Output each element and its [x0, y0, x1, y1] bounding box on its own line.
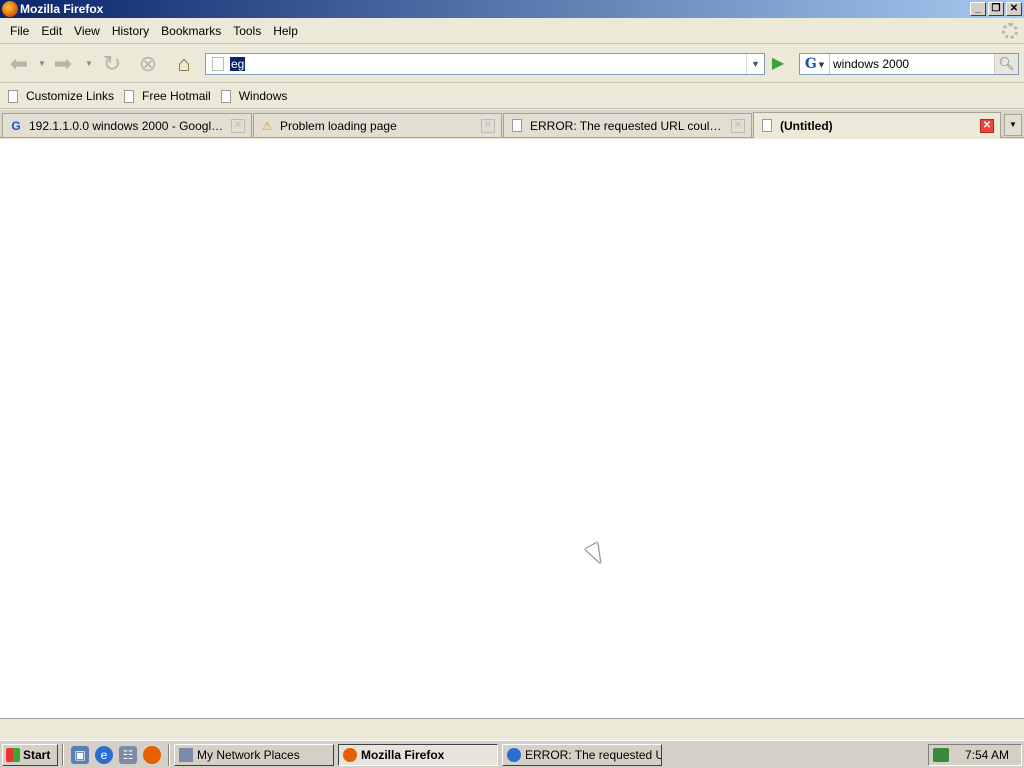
forward-arrow-icon: ➡ [53, 51, 73, 76]
tab-label: ERROR: The requested URL could not ... [530, 118, 725, 133]
internet-explorer-icon [507, 747, 521, 762]
stop-icon: ⊗ [138, 51, 158, 76]
close-button[interactable]: ✕ [1006, 2, 1022, 16]
menu-history[interactable]: History [106, 24, 155, 38]
search-engine-selector[interactable]: G ▼ [800, 54, 830, 74]
windows-logo-icon [6, 747, 20, 762]
bookmark-label: Customize Links [26, 89, 115, 103]
tab-label: Problem loading page [280, 118, 397, 133]
chevron-down-icon: ▼ [1009, 120, 1017, 129]
internet-explorer-icon[interactable]: e [95, 745, 113, 764]
show-desktop-icon[interactable]: ▣ [71, 745, 89, 764]
menu-help[interactable]: Help [267, 24, 304, 38]
go-button[interactable]: ▶ [768, 55, 788, 75]
network-status-icon[interactable] [932, 748, 949, 762]
home-icon: ⌂ [177, 51, 191, 76]
clock[interactable]: 7:54 AM [965, 748, 1009, 762]
menu-edit[interactable]: Edit [35, 24, 68, 38]
page-favicon-icon [212, 57, 224, 71]
bookmark-label: Windows [238, 89, 288, 103]
tab-problem-loading[interactable]: ⚠ Problem loading page ✕ [253, 113, 502, 137]
title-bar[interactable]: Mozilla Firefox _ ❐ ✕ [0, 0, 1024, 18]
navigation-toolbar: ⬅ ▼ ➡ ▼ ↻ ⊗ ⌂ eg ▼ ▶ G ▼ windows 2000 🔍︎ [0, 45, 1024, 83]
search-input[interactable]: windows 2000 [830, 57, 994, 71]
restore-button[interactable]: ❐ [988, 2, 1004, 16]
tab-error-url[interactable]: ERROR: The requested URL could not ... ✕ [503, 113, 752, 137]
firefox-window: Mozilla Firefox _ ❐ ✕ File Edit View His… [0, 0, 1024, 740]
window-title: Mozilla Firefox [20, 2, 104, 16]
minimize-button[interactable]: _ [970, 2, 986, 16]
firefox-icon [343, 747, 357, 762]
taskbar-error-window[interactable]: ERROR: The requested U... [502, 743, 662, 766]
bookmark-free-hotmail[interactable]: Free Hotmail [124, 89, 211, 103]
taskbar-label: Mozilla Firefox [361, 747, 445, 762]
tab-google-search[interactable]: G 192.1.1.0.0 windows 2000 - Google S...… [2, 113, 252, 137]
taskbar-label: My Network Places [197, 747, 300, 762]
network-icon[interactable]: ☷ [119, 745, 137, 764]
bookmark-windows[interactable]: Windows [220, 89, 288, 103]
go-arrow-icon: ▶ [771, 55, 785, 72]
start-label: Start [23, 747, 51, 762]
close-tab-icon[interactable]: ✕ [980, 118, 994, 133]
url-input[interactable]: eg [230, 57, 246, 71]
url-history-dropdown-icon[interactable]: ▼ [746, 54, 764, 74]
taskbar: Start ▣ e ☷ My Network Places Mozilla Fi… [0, 740, 1024, 768]
close-tab-icon[interactable]: ✕ [731, 118, 745, 133]
network-places-icon [179, 747, 193, 762]
menu-bar: File Edit View History Bookmarks Tools H… [0, 18, 1024, 44]
bookmark-customize-links[interactable]: Customize Links [8, 89, 114, 103]
page-content[interactable] [0, 139, 1024, 718]
home-button[interactable]: ⌂ [171, 51, 197, 77]
menu-file[interactable]: File [4, 24, 35, 38]
page-icon [8, 89, 18, 103]
stop-button[interactable]: ⊗ [135, 51, 161, 77]
back-button[interactable]: ⬅ [6, 51, 32, 77]
close-tab-icon[interactable]: ✕ [481, 118, 495, 133]
taskbar-divider [168, 743, 170, 766]
tab-label: (Untitled) [780, 118, 833, 133]
tab-strip: G 192.1.1.0.0 windows 2000 - Google S...… [0, 110, 1024, 138]
search-bar: G ▼ windows 2000 🔍︎ [799, 53, 1019, 75]
menu-tools[interactable]: Tools [227, 24, 267, 38]
chevron-down-icon: ▼ [818, 59, 825, 69]
start-button[interactable]: Start [2, 743, 58, 766]
taskbar-divider [62, 743, 64, 766]
forward-history-dropdown-icon[interactable]: ▼ [85, 59, 93, 68]
magnifier-icon: 🔍︎ [998, 56, 1015, 71]
tab-untitled[interactable]: (Untitled) ✕ [753, 112, 1001, 138]
page-icon [760, 119, 774, 133]
taskbar-my-network-places[interactable]: My Network Places [174, 743, 334, 766]
menu-bookmarks[interactable]: Bookmarks [155, 24, 227, 38]
google-icon: G [11, 118, 21, 133]
forward-button[interactable]: ➡ [50, 51, 76, 77]
tab-list-button[interactable]: ▼ [1004, 114, 1022, 136]
search-button[interactable]: 🔍︎ [994, 54, 1018, 74]
back-history-dropdown-icon[interactable]: ▼ [38, 59, 46, 68]
close-tab-icon[interactable]: ✕ [231, 118, 245, 133]
taskbar-label: ERROR: The requested U... [525, 747, 662, 762]
warning-icon: ⚠ [261, 118, 273, 133]
tab-label: 192.1.1.0.0 windows 2000 - Google S... [29, 118, 225, 133]
bookmark-label: Free Hotmail [142, 89, 211, 103]
throbber-icon [1002, 23, 1018, 39]
firefox-quicklaunch-icon[interactable] [143, 745, 161, 764]
taskbar-mozilla-firefox[interactable]: Mozilla Firefox [338, 743, 498, 766]
mouse-cursor-icon [585, 542, 607, 567]
system-tray: 7:54 AM [928, 744, 1022, 766]
url-bar[interactable]: eg ▼ [205, 53, 765, 75]
reload-button[interactable]: ↻ [99, 51, 125, 77]
bookmarks-toolbar: Customize Links Free Hotmail Windows [0, 84, 1024, 109]
back-arrow-icon: ⬅ [9, 51, 29, 76]
page-icon [124, 89, 135, 103]
page-icon [220, 89, 231, 103]
firefox-icon [2, 1, 18, 17]
menu-view[interactable]: View [68, 24, 106, 38]
page-icon [510, 119, 524, 133]
status-bar [0, 718, 1024, 740]
google-icon: G [804, 56, 817, 72]
reload-icon: ↻ [102, 51, 122, 76]
